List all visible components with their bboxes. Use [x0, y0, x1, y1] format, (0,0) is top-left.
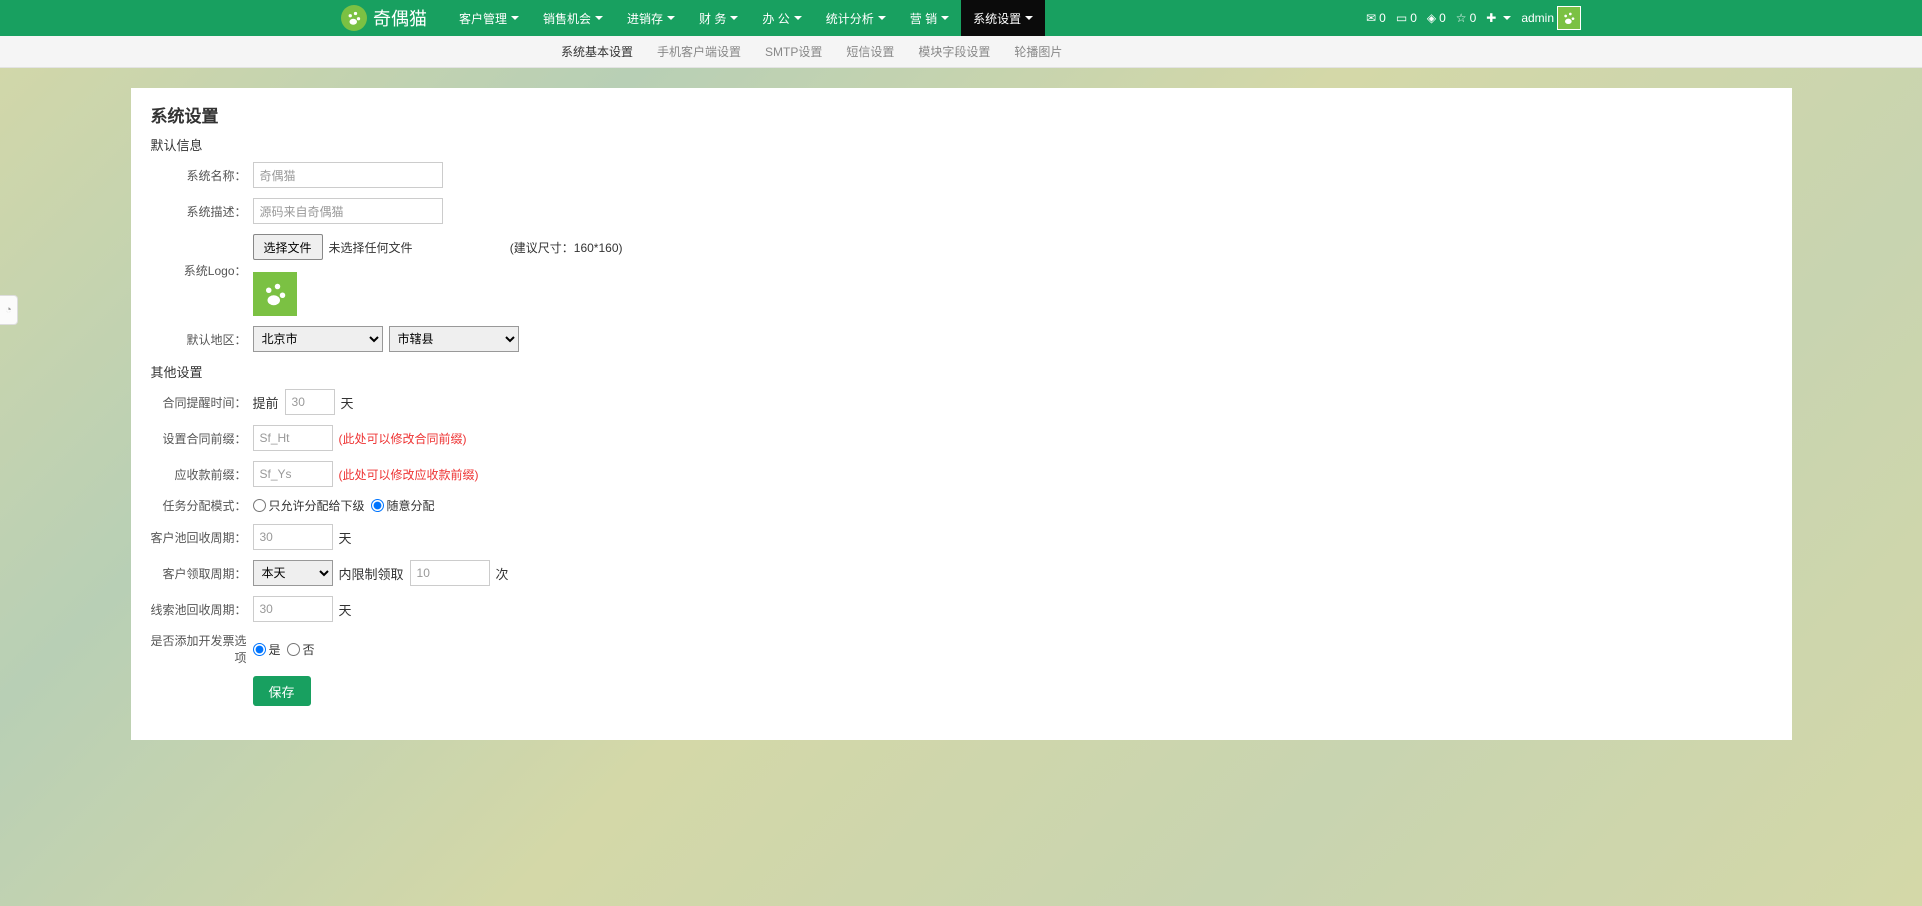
subtab-basic[interactable]: 系统基本设置 [561, 43, 633, 60]
choose-file-button[interactable]: 选择文件 [253, 234, 323, 260]
save-button[interactable]: 保存 [253, 676, 311, 706]
label-lead-recycle: 线索池回收周期： [151, 601, 253, 618]
subtab-mobile[interactable]: 手机客户端设置 [657, 43, 741, 60]
topbar-right: ✉ 0 ▭ 0 ◈ 0 ☆ 0 ✚ admin [1366, 6, 1581, 30]
day-unit-2: 天 [339, 528, 352, 547]
label-sysdesc: 系统描述： [151, 203, 253, 220]
prefix-before: 提前 [253, 393, 279, 412]
main-nav: 客户管理 销售机会 进销存 财 务 办 公 统计分析 营 销 系统设置 [447, 0, 1045, 36]
invoice-yes[interactable]: 是 [253, 641, 281, 658]
mail-icon: ✉ [1366, 11, 1376, 25]
nav-office[interactable]: 办 公 [750, 0, 813, 36]
task-mode-a[interactable]: 只允许分配给下级 [253, 497, 365, 514]
label-cust-recycle: 客户池回收周期： [151, 529, 253, 546]
contract-prefix-note: (此处可以修改合同前缀) [339, 430, 467, 447]
card-indicator[interactable]: ▭ 0 [1396, 11, 1417, 25]
cust-recycle-input[interactable] [253, 524, 333, 550]
task-mode-b[interactable]: 随意分配 [371, 497, 435, 514]
subtab-sms[interactable]: 短信设置 [846, 43, 894, 60]
brand[interactable]: 奇偶猫 [341, 5, 427, 31]
legend-other: 其他设置 [151, 362, 971, 381]
clock-icon: ◔ [5, 304, 12, 316]
mail-indicator[interactable]: ✉ 0 [1366, 11, 1386, 25]
receivable-prefix-note: (此处可以修改应收款前缀) [339, 466, 479, 483]
chevron-down-icon [794, 16, 802, 24]
label-region: 默认地区： [151, 331, 253, 348]
subbar: 系统基本设置 手机客户端设置 SMTP设置 短信设置 模块字段设置 轮播图片 [0, 36, 1922, 68]
plus-icon: ✚ [1486, 11, 1496, 25]
subtab-smtp[interactable]: SMTP设置 [765, 43, 822, 60]
label-syslogo: 系统Logo： [151, 234, 253, 279]
diamond-indicator[interactable]: ◈ 0 [1427, 11, 1446, 25]
star-icon: ☆ [1456, 11, 1467, 25]
receivable-prefix-input[interactable] [253, 461, 333, 487]
contract-prefix-input[interactable] [253, 425, 333, 451]
sysname-input[interactable] [253, 162, 443, 188]
label-invoice: 是否添加开发票选项 [151, 632, 253, 666]
diamond-icon: ◈ [1427, 11, 1436, 25]
day-unit-3: 天 [339, 600, 352, 619]
province-select[interactable]: 北京市 [253, 326, 383, 352]
legend-default: 默认信息 [151, 135, 971, 154]
file-status: 未选择任何文件 [329, 239, 413, 256]
page-title: 系统设置 [151, 102, 1772, 127]
card-icon: ▭ [1396, 11, 1407, 25]
nav-system[interactable]: 系统设置 [961, 0, 1045, 36]
nav-inventory[interactable]: 进销存 [615, 0, 687, 36]
subtab-module[interactable]: 模块字段设置 [918, 43, 990, 60]
avatar-icon [1557, 6, 1581, 30]
label-contract-prefix: 设置合同前缀： [151, 430, 253, 447]
nav-customer[interactable]: 客户管理 [447, 0, 531, 36]
label-sysname: 系统名称： [151, 167, 253, 184]
label-contract-remind: 合同提醒时间： [151, 394, 253, 411]
subtab-carousel[interactable]: 轮播图片 [1014, 43, 1062, 60]
nav-marketing[interactable]: 营 销 [898, 0, 961, 36]
topbar: 奇偶猫 客户管理 销售机会 进销存 财 务 办 公 统计分析 营 销 系统设置 … [0, 0, 1922, 36]
claim-mid: 内限制领取 [339, 564, 404, 583]
label-cust-claim: 客户领取周期： [151, 565, 253, 582]
sysdesc-input[interactable] [253, 198, 443, 224]
day-unit: 天 [341, 393, 354, 412]
chevron-down-icon [595, 16, 603, 24]
add-button[interactable]: ✚ [1486, 11, 1511, 25]
user-menu[interactable]: admin [1521, 6, 1581, 30]
chevron-down-icon [511, 16, 519, 24]
nav-finance[interactable]: 财 务 [687, 0, 750, 36]
nav-sales[interactable]: 销售机会 [531, 0, 615, 36]
username-label: admin [1521, 11, 1554, 25]
city-select[interactable]: 市辖县 [389, 326, 519, 352]
chevron-down-icon [941, 16, 949, 24]
logo-preview-icon [253, 272, 297, 316]
label-receivable-prefix: 应收款前缀： [151, 466, 253, 483]
invoice-no[interactable]: 否 [287, 641, 315, 658]
logo-hint: (建议尺寸：160*160) [510, 239, 623, 256]
chevron-down-icon [730, 16, 738, 24]
chevron-down-icon [878, 16, 886, 24]
nav-stats[interactable]: 统计分析 [814, 0, 898, 36]
star-indicator[interactable]: ☆ 0 [1456, 11, 1476, 25]
chevron-down-icon [1503, 16, 1511, 24]
remind-days-input[interactable] [285, 389, 335, 415]
chevron-down-icon [1025, 16, 1033, 24]
claim-period-select[interactable]: 本天 [253, 560, 333, 586]
lead-recycle-input[interactable] [253, 596, 333, 622]
page-panel: 系统设置 默认信息 系统名称： 系统描述： 系统Logo： 选择文件 未选择任何… [131, 88, 1792, 740]
brand-text: 奇偶猫 [373, 5, 427, 31]
chevron-down-icon [667, 16, 675, 24]
label-task-mode: 任务分配模式： [151, 497, 253, 514]
brand-logo-icon [341, 5, 367, 31]
times-unit: 次 [496, 564, 509, 583]
history-tab[interactable]: ◔ [0, 295, 18, 325]
claim-times-input[interactable] [410, 560, 490, 586]
